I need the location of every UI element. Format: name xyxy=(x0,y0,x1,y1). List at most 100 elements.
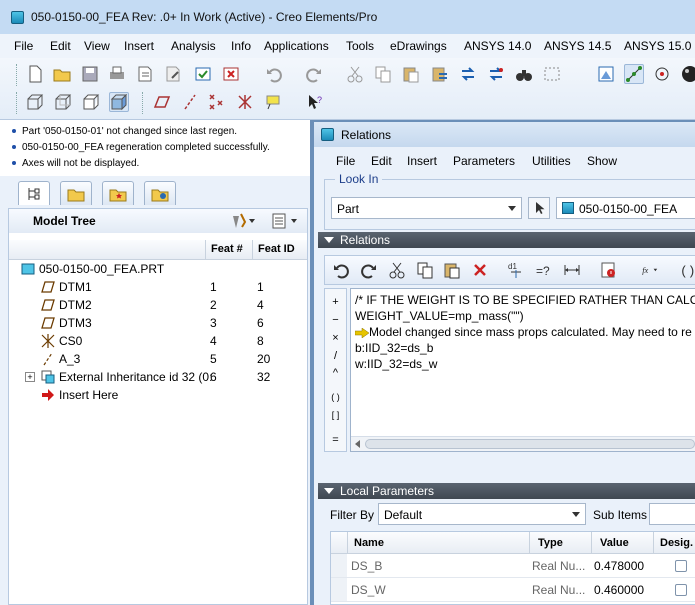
menu-info[interactable]: Info xyxy=(231,39,251,53)
shading-sphere-icon[interactable] xyxy=(680,64,695,84)
tab-folder-browser[interactable] xyxy=(60,181,92,205)
new-file-icon[interactable] xyxy=(25,64,45,84)
close-window-icon[interactable] xyxy=(221,64,241,84)
regenerate-check-icon[interactable] xyxy=(193,64,213,84)
tree-row-dtm2[interactable]: DTM2 2 4 xyxy=(9,296,307,314)
tree-row-dtm3[interactable]: DTM3 3 6 xyxy=(9,314,307,332)
column-designate[interactable]: Desig. xyxy=(653,532,695,554)
param-name-cell[interactable]: DS_W xyxy=(347,578,529,602)
rel-menu-show[interactable]: Show xyxy=(587,154,617,168)
param-name-cell[interactable]: DS_B xyxy=(347,554,529,578)
menu-applications[interactable]: Applications xyxy=(264,39,329,53)
rel-menu-parameters[interactable]: Parameters xyxy=(453,154,515,168)
relations-title-bar[interactable]: Relations xyxy=(314,122,695,147)
relations-section-header[interactable]: Relations xyxy=(318,232,695,248)
operator-equals-button[interactable]: = xyxy=(325,431,346,449)
column-feat-id[interactable]: Feat ID xyxy=(258,243,295,255)
sub-items-select[interactable] xyxy=(649,503,695,525)
row-header[interactable] xyxy=(331,578,347,602)
tree-row-a3[interactable]: A_3 5 20 xyxy=(9,350,307,368)
shading-icon[interactable] xyxy=(109,92,129,112)
spin-center-icon[interactable] xyxy=(652,64,672,84)
row-header[interactable] xyxy=(331,554,347,578)
param-type-cell[interactable]: Real Nu... xyxy=(529,578,591,602)
edit-document-icon[interactable] xyxy=(163,64,183,84)
menu-ansys-15-0[interactable]: ANSYS 15.0 xyxy=(624,39,691,53)
menu-insert[interactable]: Insert xyxy=(124,39,154,53)
paste-special-icon[interactable] xyxy=(430,64,450,84)
operator-divide-button[interactable]: / xyxy=(325,347,346,365)
regen-manager-icon[interactable] xyxy=(486,64,506,84)
dimension-icon[interactable] xyxy=(562,260,582,280)
view-manager-icon[interactable] xyxy=(596,64,616,84)
expand-icon[interactable]: + xyxy=(25,372,35,382)
tab-favorites[interactable] xyxy=(102,181,134,205)
undo-icon[interactable] xyxy=(264,64,284,84)
rel-menu-file[interactable]: File xyxy=(336,154,355,168)
menu-tools[interactable]: Tools xyxy=(346,39,374,53)
toolbar-grip[interactable] xyxy=(142,92,145,114)
paste-icon[interactable] xyxy=(401,64,421,84)
menu-edit[interactable]: Edit xyxy=(50,39,71,53)
switch-dimensions-icon[interactable]: d1 xyxy=(506,260,526,280)
undo-icon[interactable] xyxy=(331,260,351,280)
column-feat-num[interactable]: Feat # xyxy=(211,243,243,255)
menu-file[interactable]: File xyxy=(14,39,33,53)
toolbar-grip[interactable] xyxy=(16,92,19,114)
paste-icon[interactable] xyxy=(442,260,462,280)
designate-checkbox[interactable] xyxy=(675,560,687,572)
rel-menu-utilities[interactable]: Utilities xyxy=(532,154,571,168)
scroll-left-icon[interactable] xyxy=(355,440,360,448)
look-in-type-select[interactable]: Part xyxy=(331,197,522,219)
datum-planes-icon[interactable] xyxy=(152,92,172,112)
horizontal-scrollbar[interactable] xyxy=(351,436,695,451)
tree-row-insert-here[interactable]: Insert Here xyxy=(9,386,307,404)
copy-icon[interactable] xyxy=(415,260,435,280)
sort-relations-icon[interactable] xyxy=(598,260,618,280)
tree-settings-icon[interactable] xyxy=(231,212,257,233)
operator-plus-button[interactable]: + xyxy=(325,293,346,311)
tree-root-row[interactable]: 050-0150-00_FEA.PRT xyxy=(9,260,307,278)
datum-display-icon[interactable] xyxy=(624,64,644,84)
open-folder-icon[interactable] xyxy=(52,64,72,84)
tree-row-external-inheritance[interactable]: + External Inheritance id 32 (0: 6 32 xyxy=(9,368,307,386)
annotation-display-icon[interactable] xyxy=(263,92,283,112)
param-value-cell[interactable]: 0.460000 xyxy=(591,578,653,602)
local-params-section-header[interactable]: Local Parameters xyxy=(318,483,695,499)
look-in-model-field[interactable]: 050-0150-00_FEA xyxy=(556,197,695,219)
menu-ansys-14-5[interactable]: ANSYS 14.5 xyxy=(544,39,611,53)
menu-ansys-14-0[interactable]: ANSYS 14.0 xyxy=(464,39,531,53)
menu-analysis[interactable]: Analysis xyxy=(171,39,216,53)
redo-icon[interactable] xyxy=(304,64,324,84)
cut-icon[interactable] xyxy=(387,260,407,280)
parameter-insert-icon[interactable]: () xyxy=(676,260,695,280)
evaluate-expression-icon[interactable]: =? xyxy=(534,260,554,280)
param-value-cell[interactable]: 0.478000 xyxy=(591,554,653,578)
column-type[interactable]: Type xyxy=(529,532,591,554)
scroll-thumb[interactable] xyxy=(365,439,695,449)
menu-edrawings[interactable]: eDrawings xyxy=(390,39,447,53)
operator-multiply-button[interactable]: × xyxy=(325,329,346,347)
toolbar-grip[interactable] xyxy=(16,64,19,86)
column-value[interactable]: Value xyxy=(591,532,653,554)
tree-row-cs0[interactable]: CS0 4 8 xyxy=(9,332,307,350)
tab-connections[interactable] xyxy=(144,181,176,205)
menu-view[interactable]: View xyxy=(84,39,110,53)
wireframe-icon[interactable] xyxy=(25,92,45,112)
regenerate-icon[interactable] xyxy=(458,64,478,84)
redo-icon[interactable] xyxy=(359,260,379,280)
selection-box-icon[interactable] xyxy=(542,64,562,84)
datum-points-icon[interactable] xyxy=(207,92,227,112)
rel-menu-edit[interactable]: Edit xyxy=(371,154,392,168)
function-insert-icon[interactable]: fx xyxy=(634,260,666,280)
rel-menu-insert[interactable]: Insert xyxy=(407,154,437,168)
operator-brackets-button[interactable]: [ ] xyxy=(325,406,346,424)
column-name[interactable]: Name xyxy=(347,532,529,554)
relations-editor[interactable]: /* IF THE WEIGHT IS TO BE SPECIFIED RATH… xyxy=(350,288,695,452)
copy-icon[interactable] xyxy=(373,64,393,84)
coordinate-systems-icon[interactable] xyxy=(235,92,255,112)
datum-axes-icon[interactable] xyxy=(180,92,200,112)
no-hidden-icon[interactable] xyxy=(81,92,101,112)
designate-checkbox[interactable] xyxy=(675,584,687,596)
tab-model-tree[interactable] xyxy=(18,181,50,205)
